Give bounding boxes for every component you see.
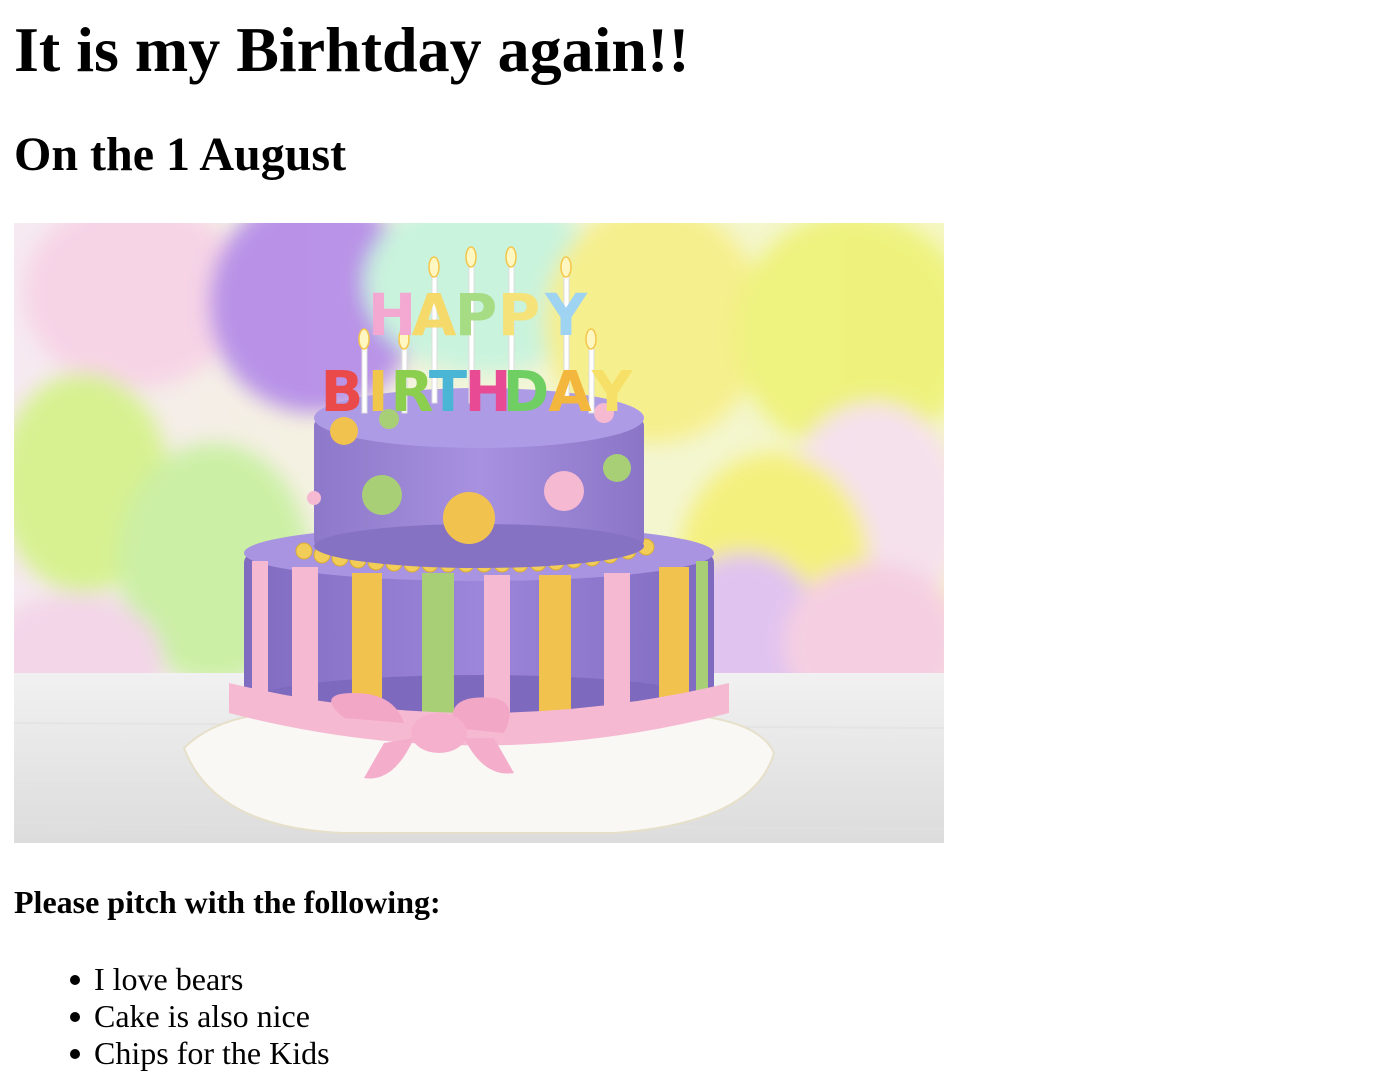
page-title: It is my Birhtday again!! [14, 14, 690, 85]
list-item-text: Cake is also nice [94, 998, 310, 1034]
birthday-cake-image: H A P P Y B I R T H D A Y [14, 223, 944, 843]
pitch-list: I love bears Cake is also nice Chips for… [14, 961, 330, 1072]
list-item: I love bears [70, 961, 330, 998]
svg-text:Y: Y [544, 281, 588, 349]
list-item-text: I love bears [94, 961, 244, 997]
svg-text:I: I [368, 360, 389, 425]
svg-text:A: A [548, 360, 592, 425]
svg-text:R: R [390, 360, 433, 425]
bullet-icon [70, 1049, 80, 1059]
bullet-icon [70, 1012, 80, 1022]
svg-text:H: H [368, 281, 417, 349]
svg-text:D: D [503, 360, 549, 425]
svg-text:A: A [412, 281, 457, 349]
svg-text:P: P [498, 281, 541, 349]
svg-text:T: T [429, 360, 467, 425]
list-item: Chips for the Kids [70, 1035, 330, 1072]
svg-text:Y: Y [591, 360, 634, 425]
bullet-icon [70, 975, 80, 985]
list-item-text: Chips for the Kids [94, 1035, 330, 1071]
date-subtitle: On the 1 August [14, 128, 347, 181]
list-heading: Please pitch with the following: [14, 884, 441, 920]
svg-text:B: B [321, 360, 364, 425]
list-item: Cake is also nice [70, 998, 330, 1035]
svg-text:P: P [455, 281, 498, 349]
